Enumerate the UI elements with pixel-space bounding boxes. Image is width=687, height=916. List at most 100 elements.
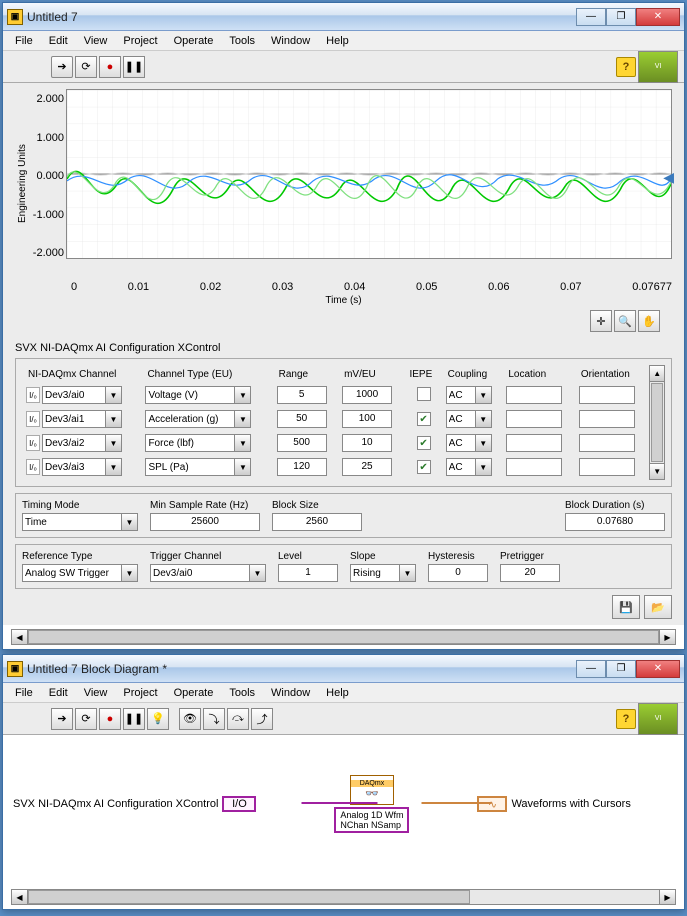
- range-input[interactable]: 5: [277, 386, 327, 404]
- channel-select[interactable]: I/₀▼: [26, 458, 139, 476]
- timing-mode-select[interactable]: ▼: [22, 513, 138, 531]
- mveu-input[interactable]: 10: [342, 434, 392, 452]
- channel-table-scrollbar[interactable]: ▲ ▼: [649, 365, 665, 480]
- channel-input[interactable]: [42, 386, 106, 404]
- coupling-input[interactable]: [446, 386, 476, 404]
- menu-file[interactable]: File: [7, 685, 41, 701]
- channel-input[interactable]: [42, 434, 106, 452]
- orientation-input[interactable]: [579, 434, 635, 452]
- chevron-down-icon[interactable]: ▼: [476, 410, 492, 428]
- vi-connector-icon[interactable]: VI: [638, 703, 678, 735]
- diagram-horizontal-scrollbar[interactable]: ◀ ▶: [11, 889, 676, 905]
- level-input[interactable]: 1: [278, 564, 338, 582]
- scroll-right-icon[interactable]: ▶: [659, 630, 675, 644]
- scroll-thumb[interactable]: [28, 630, 659, 644]
- range-input[interactable]: 50: [277, 410, 327, 428]
- plot-canvas[interactable]: [66, 89, 672, 259]
- chevron-down-icon[interactable]: ▼: [106, 410, 122, 428]
- cursor-tool-button[interactable]: ✛: [590, 310, 612, 332]
- menu-tools[interactable]: Tools: [221, 685, 263, 701]
- timing-mode-input[interactable]: [22, 513, 122, 531]
- chevron-down-icon[interactable]: ▼: [106, 386, 122, 404]
- type-select[interactable]: ▼: [145, 386, 270, 404]
- menu-help[interactable]: Help: [318, 685, 357, 701]
- menu-tools[interactable]: Tools: [221, 33, 263, 49]
- channel-input[interactable]: [42, 458, 106, 476]
- context-help-button[interactable]: ?: [616, 57, 636, 77]
- coupling-select[interactable]: ▼: [446, 458, 501, 476]
- type-input[interactable]: [145, 434, 235, 452]
- scroll-left-icon[interactable]: ◀: [12, 890, 28, 904]
- menu-window[interactable]: Window: [263, 685, 318, 701]
- range-input[interactable]: 500: [277, 434, 327, 452]
- minimize-button[interactable]: —: [576, 660, 606, 678]
- menu-help[interactable]: Help: [318, 33, 357, 49]
- menu-view[interactable]: View: [76, 33, 116, 49]
- waveform-indicator-terminal[interactable]: ∿: [477, 796, 507, 812]
- type-input[interactable]: [145, 410, 235, 428]
- chevron-down-icon[interactable]: ▼: [122, 564, 138, 582]
- sample-rate-value[interactable]: 25600: [150, 513, 260, 531]
- menu-window[interactable]: Window: [263, 33, 318, 49]
- orientation-input[interactable]: [579, 386, 635, 404]
- location-input[interactable]: [506, 410, 562, 428]
- run-continuous-button[interactable]: ⟳: [75, 708, 97, 730]
- location-input[interactable]: [506, 386, 562, 404]
- mveu-input[interactable]: 25: [342, 458, 392, 476]
- highlight-exec-button[interactable]: 💡: [147, 708, 169, 730]
- pan-tool-button[interactable]: ✋: [638, 310, 660, 332]
- pause-button[interactable]: ❚❚: [123, 708, 145, 730]
- chevron-down-icon[interactable]: ▼: [476, 458, 492, 476]
- trigger-channel-select[interactable]: ▼: [150, 564, 266, 582]
- slope-select[interactable]: ▼: [350, 564, 416, 582]
- chevron-down-icon[interactable]: ▼: [235, 410, 251, 428]
- step-into-button[interactable]: ⤵: [203, 708, 225, 730]
- range-input[interactable]: 120: [277, 458, 327, 476]
- titlebar[interactable]: ▣ Untitled 7 Block Diagram * — ❐ ✕: [3, 655, 684, 683]
- scroll-left-icon[interactable]: ◀: [12, 630, 28, 644]
- chevron-down-icon[interactable]: ▼: [476, 386, 492, 404]
- orientation-input[interactable]: [579, 458, 635, 476]
- coupling-input[interactable]: [446, 434, 476, 452]
- coupling-input[interactable]: [446, 410, 476, 428]
- channel-select[interactable]: I/₀▼: [26, 386, 139, 404]
- coupling-select[interactable]: ▼: [446, 386, 501, 404]
- chevron-down-icon[interactable]: ▼: [106, 434, 122, 452]
- titlebar[interactable]: ▣ Untitled 7 — ❐ ✕: [3, 3, 684, 31]
- run-continuous-button[interactable]: ⟳: [75, 56, 97, 78]
- block-diagram-canvas[interactable]: SVX NI-DAQmx AI Configuration XControl I…: [3, 735, 684, 885]
- run-button[interactable]: ➔: [51, 56, 73, 78]
- location-input[interactable]: [506, 458, 562, 476]
- chevron-down-icon[interactable]: ▼: [476, 434, 492, 452]
- type-select[interactable]: ▼: [145, 458, 270, 476]
- waveform-chart[interactable]: Engineering Units 2.000 1.000 0.000 -1.0…: [15, 89, 672, 279]
- hysteresis-input[interactable]: 0: [428, 564, 488, 582]
- scroll-up-icon[interactable]: ▲: [650, 366, 664, 382]
- chevron-down-icon[interactable]: ▼: [106, 458, 122, 476]
- chevron-down-icon[interactable]: ▼: [235, 458, 251, 476]
- pretrigger-input[interactable]: 20: [500, 564, 560, 582]
- channel-input[interactable]: [42, 410, 106, 428]
- plot-legend-expand-icon[interactable]: ◀: [663, 169, 674, 186]
- daqmx-polymorphic-selector[interactable]: Analog 1D Wfm NChan NSamp: [334, 807, 409, 833]
- iepe-checkbox[interactable]: ✔: [417, 436, 431, 450]
- xcontrol-terminal[interactable]: I/O: [222, 796, 256, 812]
- menu-edit[interactable]: Edit: [41, 685, 76, 701]
- context-help-button[interactable]: ?: [616, 709, 636, 729]
- maximize-button[interactable]: ❐: [606, 660, 636, 678]
- maximize-button[interactable]: ❐: [606, 8, 636, 26]
- menu-project[interactable]: Project: [115, 685, 165, 701]
- iepe-checkbox[interactable]: ✔: [417, 460, 431, 474]
- scroll-right-icon[interactable]: ▶: [659, 890, 675, 904]
- step-out-button[interactable]: ⤴: [251, 708, 273, 730]
- step-over-button[interactable]: ⤼: [227, 708, 249, 730]
- chevron-down-icon[interactable]: ▼: [250, 564, 266, 582]
- close-button[interactable]: ✕: [636, 660, 680, 678]
- type-select[interactable]: ▼: [145, 410, 270, 428]
- run-button[interactable]: ➔: [51, 708, 73, 730]
- chevron-down-icon[interactable]: ▼: [122, 513, 138, 531]
- iepe-checkbox[interactable]: ✔: [417, 412, 431, 426]
- load-config-button[interactable]: 📂: [644, 595, 672, 619]
- coupling-select[interactable]: ▼: [446, 434, 501, 452]
- trigger-channel-input[interactable]: [150, 564, 250, 582]
